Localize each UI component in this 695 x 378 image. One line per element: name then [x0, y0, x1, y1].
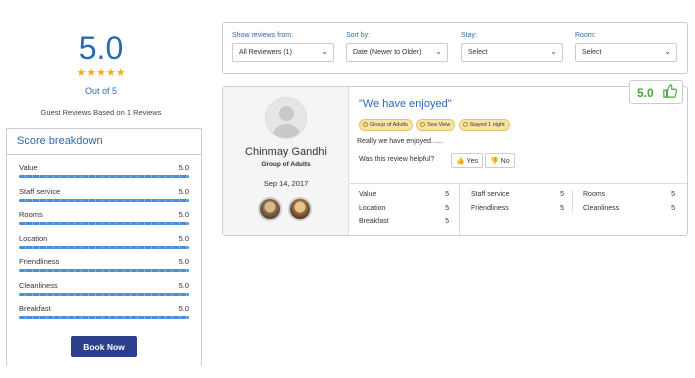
- filter-sort-by: Sort by: Date (Newer to Older) ⌄: [346, 32, 448, 62]
- avatar: [265, 97, 307, 139]
- room-label: Room:: [575, 32, 596, 39]
- user-silhouette-icon: [279, 106, 294, 121]
- reviewer-group: Group of Adults: [261, 161, 311, 168]
- review-score-row: Rooms 5: [583, 191, 675, 198]
- breakdown-bar: [19, 316, 189, 319]
- review-photos: [258, 197, 316, 223]
- review-tag: Stayed 1 night: [458, 119, 510, 131]
- review-score-row: Location 5: [359, 204, 449, 212]
- breakdown-bar: [19, 245, 189, 249]
- score-breakdown-list: Value 5.0 Staff service 5.0 Rooms 5.0 Locat…: [7, 155, 201, 326]
- thumbs-up-icon: [663, 84, 677, 98]
- review-tags: Group of Adults Sea View Stayed 1 night: [359, 119, 511, 131]
- review-title: "We have enjoyed": [359, 98, 452, 110]
- sort-by-value: Date (Newer to Older): [353, 49, 422, 56]
- breakdown-label: Staff service: [19, 186, 61, 196]
- stay-select[interactable]: Select ⌄: [461, 43, 563, 62]
- filter-room: Room: Select ⌄: [575, 32, 677, 62]
- breakdown-value: 5.0: [178, 257, 189, 266]
- breakdown-label: Rooms: [19, 210, 43, 219]
- circle-icon: [462, 122, 468, 128]
- show-from-value: All Reviewers (1): [239, 49, 292, 56]
- review-score-badge: 5.0: [629, 80, 683, 104]
- score-breakdown-title: Score breakdown: [7, 129, 201, 155]
- chevron-down-icon: ⌄: [550, 47, 557, 56]
- room-value: Select: [582, 49, 602, 56]
- reviewer-name: Chinmay Gandhi: [245, 146, 327, 158]
- breakdown-value: 5.0: [178, 163, 189, 172]
- stay-label: Stay:: [461, 32, 477, 39]
- overall-score: 5.0: [78, 30, 124, 66]
- circle-icon: [420, 122, 426, 128]
- review-tag: Sea View: [416, 119, 456, 131]
- breakdown-label: Breakfast: [19, 304, 51, 313]
- breakdown-row: Breakfast 5.0: [19, 302, 189, 326]
- book-now-button[interactable]: Book Now: [71, 336, 137, 357]
- review-score-column: Rooms 5 Cleanliness 5: [574, 184, 685, 235]
- review-score-row: Cleanliness 5: [583, 204, 675, 212]
- chevron-down-icon: ⌄: [321, 47, 328, 56]
- breakdown-row: Cleanliness 5.0: [19, 279, 189, 303]
- show-from-label: Show reviews from:: [232, 32, 294, 39]
- breakdown-label: Friendliness: [19, 257, 60, 266]
- breakdown-label: Cleanliness: [19, 280, 58, 290]
- breakdown-row: Location 5.0: [19, 232, 189, 256]
- breakdown-label: Value: [19, 163, 38, 172]
- review-score-column: Staff service 5 Friendliness 5: [462, 184, 574, 235]
- breakdown-bar: [19, 269, 189, 272]
- chevron-down-icon: ⌄: [435, 47, 442, 56]
- review-date: Sep 14, 2017: [263, 179, 309, 188]
- breakdown-row: Rooms 5.0: [19, 208, 189, 232]
- breakdown-row: Friendliness 5.0: [19, 255, 189, 279]
- column-divider: [572, 190, 573, 212]
- out-of-label: Out of 5: [84, 86, 118, 96]
- review-text: Really we have enjoyed......: [357, 138, 443, 145]
- helpful-yes-button[interactable]: 👍 Yes: [451, 153, 483, 168]
- breakdown-row: Staff service 5.0: [19, 185, 189, 209]
- review-score-column: Value 5 Location 5 Breakfast 5: [350, 184, 460, 235]
- filter-show-from: Show reviews from: All Reviewers (1) ⌄: [232, 32, 334, 62]
- breakdown-bar: [19, 175, 189, 178]
- review-score: 5.0: [637, 86, 654, 100]
- filter-stay: Stay: Select ⌄: [461, 32, 563, 62]
- star-rating-icon: ★★★★★: [76, 67, 126, 79]
- review-score-row: Friendliness 5: [471, 204, 564, 212]
- breakdown-bar: [19, 198, 189, 202]
- review-filters: Show reviews from: All Reviewers (1) ⌄ So…: [222, 22, 688, 74]
- breakdown-bar: [19, 222, 189, 225]
- show-from-select[interactable]: All Reviewers (1) ⌄: [232, 43, 334, 62]
- sort-by-label: Sort by:: [346, 32, 371, 39]
- reviewer-panel: Chinmay Gandhi Group of Adults Sep 14, 2…: [223, 87, 349, 235]
- breakdown-value: 5.0: [178, 186, 189, 196]
- room-select[interactable]: Select ⌄: [575, 43, 677, 62]
- helpful-prompt: Was this review helpful?: [359, 156, 435, 163]
- review-score-row: Breakfast 5: [359, 218, 449, 225]
- chevron-down-icon: ⌄: [664, 47, 671, 56]
- helpful-no-button[interactable]: 👎 No: [485, 153, 515, 168]
- breakdown-value: 5.0: [178, 280, 189, 290]
- breakdown-bar: [19, 292, 189, 296]
- breakdown-row: Value 5.0: [19, 161, 189, 185]
- sort-by-select[interactable]: Date (Newer to Older) ⌄: [346, 43, 448, 62]
- breakdown-value: 5.0: [178, 210, 189, 219]
- thumbs-down-icon: 👎: [490, 158, 499, 165]
- stay-value: Select: [468, 49, 488, 56]
- review-photo-thumbnail[interactable]: [258, 197, 282, 221]
- score-breakdown-panel: Score breakdown Value 5.0 Staff service 5.…: [6, 128, 202, 366]
- circle-icon: [363, 122, 368, 128]
- thumbs-up-icon: 👍: [456, 158, 465, 165]
- breakdown-label: Location: [19, 233, 48, 243]
- reviews-count-label: Guest Reviews Based on 1 Reviews: [40, 108, 162, 117]
- review-score-details: Value 5 Location 5 Breakfast 5 Staff servic…: [350, 183, 687, 235]
- review-score-row: Staff service 5: [471, 191, 564, 198]
- rating-summary: 5.0 ★★★★★ Out of 5 Guest Reviews Based o…: [8, 28, 194, 117]
- breakdown-value: 5.0: [178, 233, 189, 243]
- review-tag: Group of Adults: [359, 119, 413, 131]
- review-card: Chinmay Gandhi Group of Adults Sep 14, 2…: [222, 80, 688, 236]
- review-photo-thumbnail[interactable]: [288, 197, 313, 221]
- review-score-row: Value 5: [359, 191, 449, 198]
- breakdown-value: 5.0: [178, 304, 189, 313]
